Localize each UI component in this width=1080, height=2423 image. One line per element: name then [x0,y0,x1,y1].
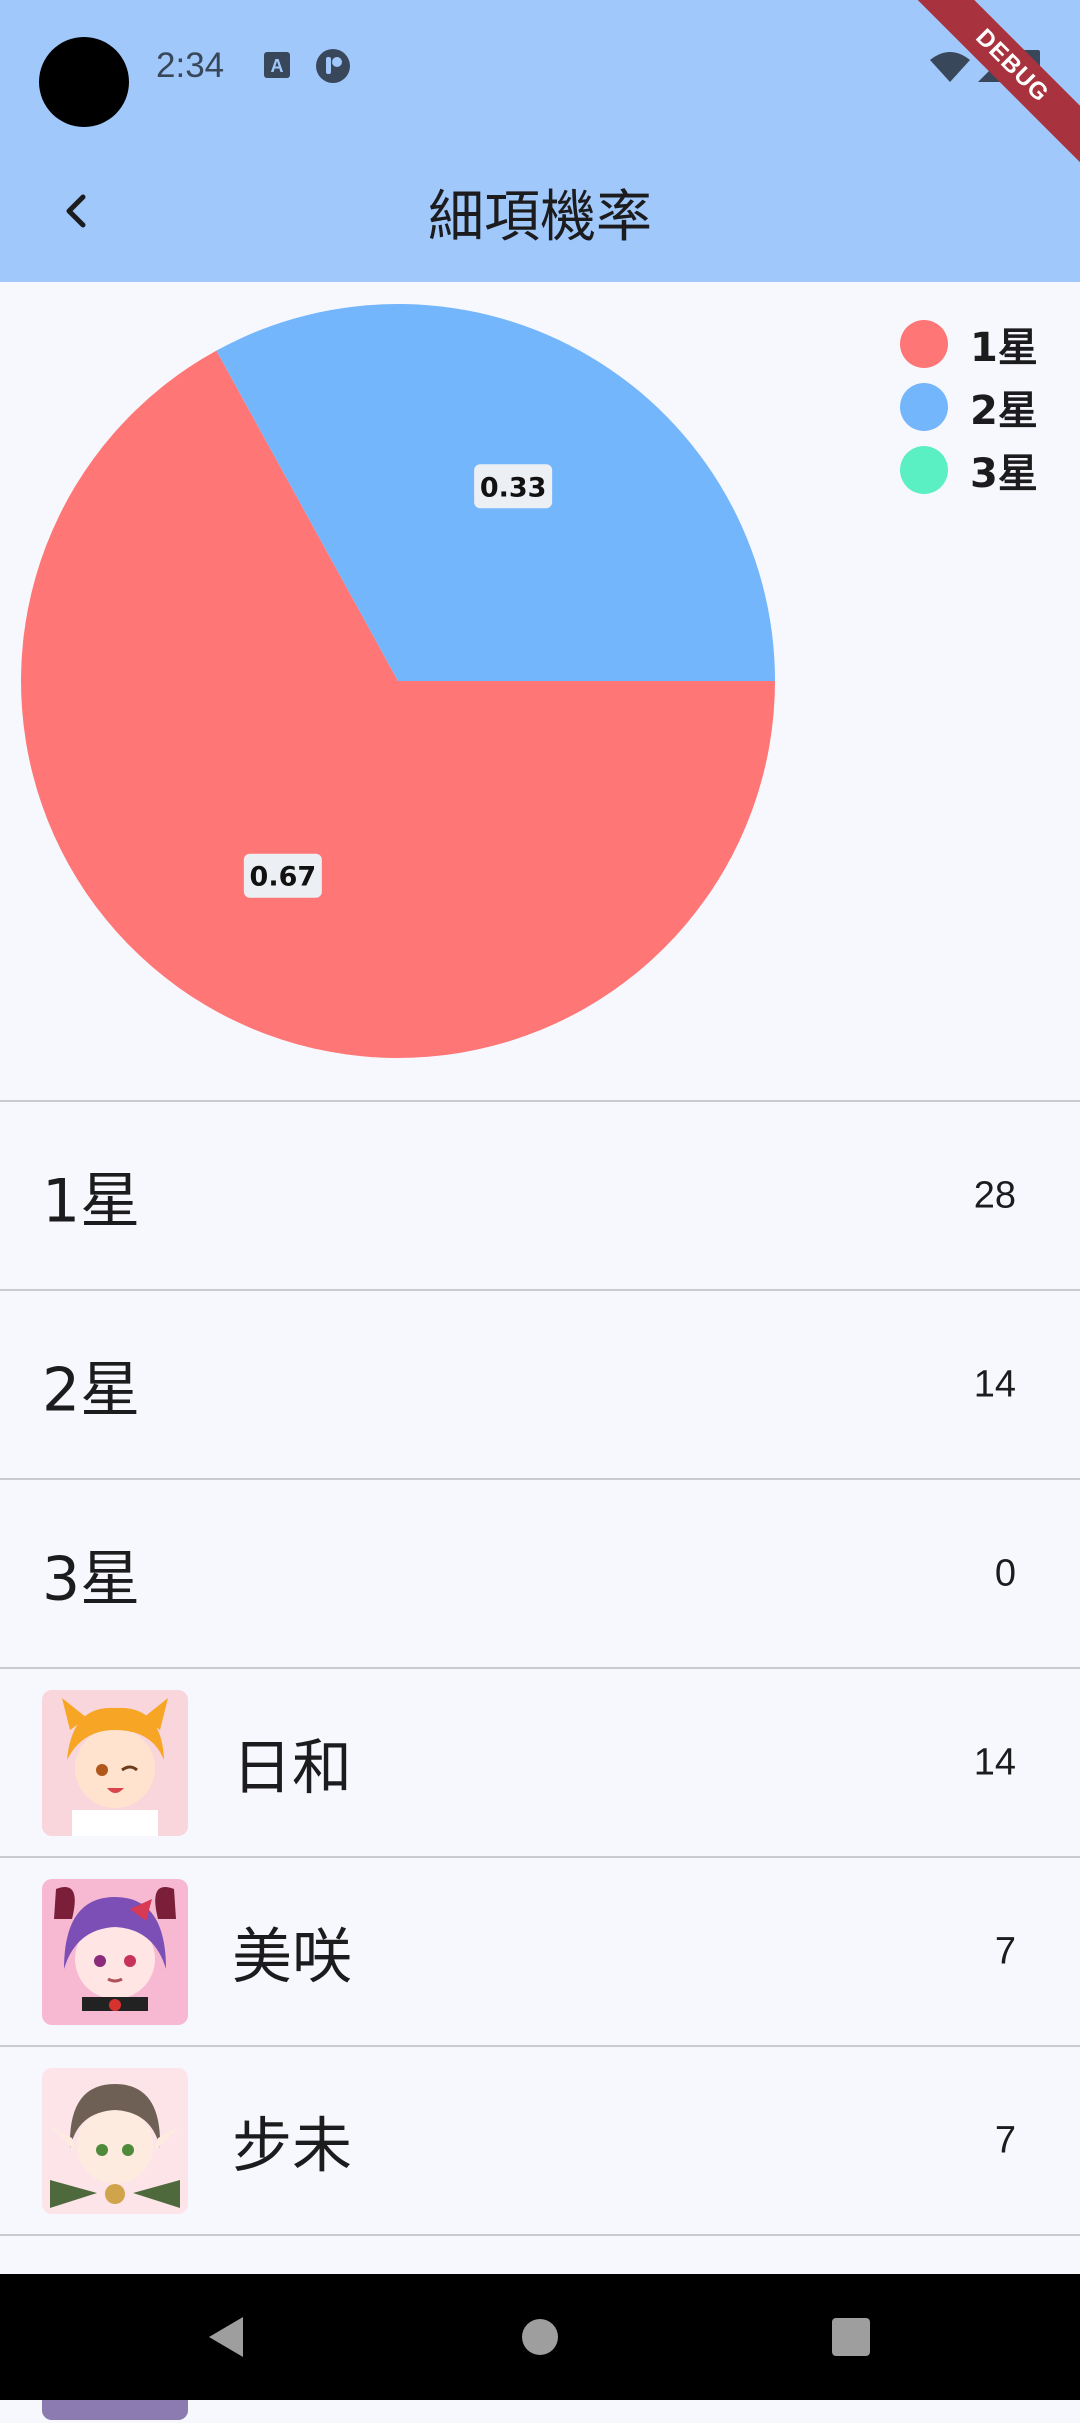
nav-recents-button[interactable] [830,2274,872,2400]
probability-list: 1星 28 2星 14 3星 0 日和 14 美咲 7 步未 7 [0,1100,1080,2423]
legend-item: 2星 [900,375,1038,438]
svg-text:0.67: 0.67 [250,862,317,893]
pie-data-label: 0.33 [474,464,553,509]
svg-text:A: A [271,56,284,76]
list-item[interactable]: 2星 14 [0,1289,1080,1478]
debug-banner: DEBUG [905,0,1080,173]
rarity-count: 14 [973,1363,1016,1405]
rarity-count: 0 [994,1552,1016,1594]
status-time: 2:34 [156,46,225,85]
triangle-back-icon [209,2317,243,2357]
pie-data-label: 0.67 [243,853,322,898]
rarity-label: 2星 [42,1355,141,1425]
rarity-count: 28 [973,1174,1016,1216]
legend-label: 3星 [970,450,1038,497]
nav-back-button[interactable] [196,2274,256,2400]
list-item[interactable]: 美咲 7 [0,1856,1080,2045]
character-name: 美咲 [232,1922,352,1992]
list-item[interactable]: 日和 14 [0,1667,1080,1856]
nav-home-button[interactable] [520,2274,560,2400]
legend-item: 3星 [900,438,1038,501]
legend-dot [900,445,948,494]
legend-label: 2星 [970,387,1038,434]
rarity-label: 1星 [42,1166,141,1236]
square-recents-icon [832,2318,870,2356]
app-notification-icon [315,48,351,88]
svg-text:0.33: 0.33 [480,472,547,503]
page-title: 細項機率 [428,185,652,250]
system-navigation-bar [0,2274,1080,2400]
legend-item: 1星 [900,312,1038,375]
legend-dot [900,319,948,368]
character-count: 14 [973,1741,1016,1783]
chart-legend: 1星 2星 3星 [900,312,1038,501]
character-count: 7 [994,1930,1016,1972]
legend-label: 1星 [970,324,1038,371]
circle-home-icon [522,2319,558,2355]
legend-dot [900,382,948,431]
character-avatar [42,1689,188,1836]
character-name: 步未 [232,2111,352,2181]
character-count: 7 [994,2119,1016,2161]
camera-cutout [39,37,129,127]
app-bar: 2:34 A DEBUG 細項機率 [0,0,1080,282]
wifi-icon [930,52,970,82]
list-item[interactable]: 步未 7 [0,2045,1080,2234]
character-name: 日和 [232,1733,352,1803]
keyboard-notification-icon: A [262,50,292,84]
list-item[interactable]: 1星 28 [0,1100,1080,1289]
list-item[interactable]: 3星 0 [0,1478,1080,1667]
character-avatar [42,1878,188,2025]
rarity-label: 3星 [42,1544,141,1614]
character-avatar [42,2067,188,2214]
